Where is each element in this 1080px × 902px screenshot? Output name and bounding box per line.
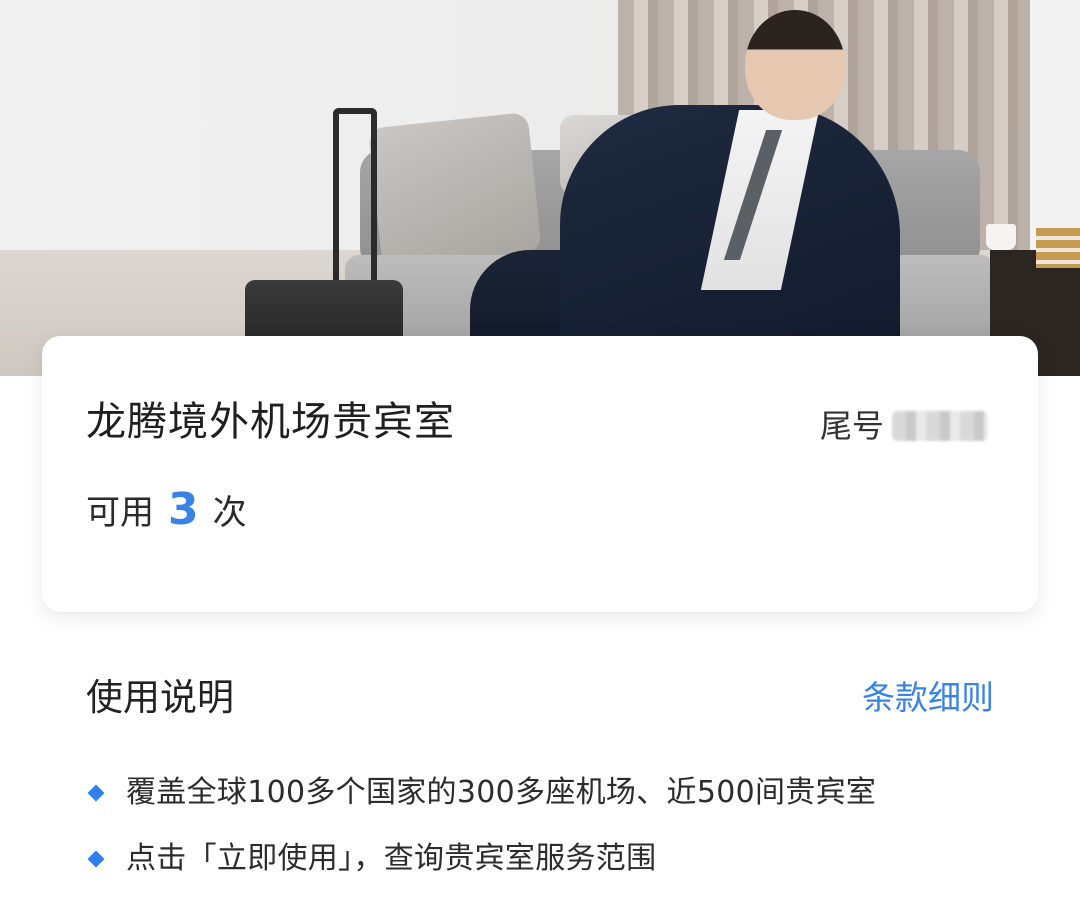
suitcase-handle [333,108,377,284]
list-item: 覆盖全球100多个国家的300多座机场、近500间贵宾室 [86,770,996,816]
instructions-title: 使用说明 [86,676,234,719]
pillow [368,112,542,268]
lounge-card-title: 龙腾境外机场贵宾室 [86,399,455,445]
cup [986,224,1016,250]
books [1036,228,1080,268]
available-suffix: 次 [212,493,247,533]
list-item-text: 覆盖全球100多个国家的300多座机场、近500间贵宾室 [126,775,877,810]
bullet-diamond-icon [87,784,105,802]
bullet-diamond-icon [87,850,105,868]
hero-banner-image [0,0,1080,376]
person-head [745,10,845,120]
list-item-text: 点击「立即使用」，查询贵宾室服务范围 [126,841,657,876]
tail-number-label: 尾号 [819,407,884,445]
list-item: 点击「立即使用」，查询贵宾室服务范围 [86,836,996,882]
lounge-card: 龙腾境外机场贵宾室 尾号 可用 3 次 [42,336,1038,612]
available-uses: 可用 3 次 [86,486,247,537]
tail-number-masked [892,411,988,441]
card-tail-number: 尾号 [820,404,988,448]
available-prefix: 可用 [86,493,154,533]
available-count: 3 [168,484,199,535]
instructions-list: 覆盖全球100多个国家的300多座机场、近500间贵宾室 点击「立即使用」，查询… [86,770,996,902]
terms-link[interactable]: 条款细则 [862,674,994,722]
